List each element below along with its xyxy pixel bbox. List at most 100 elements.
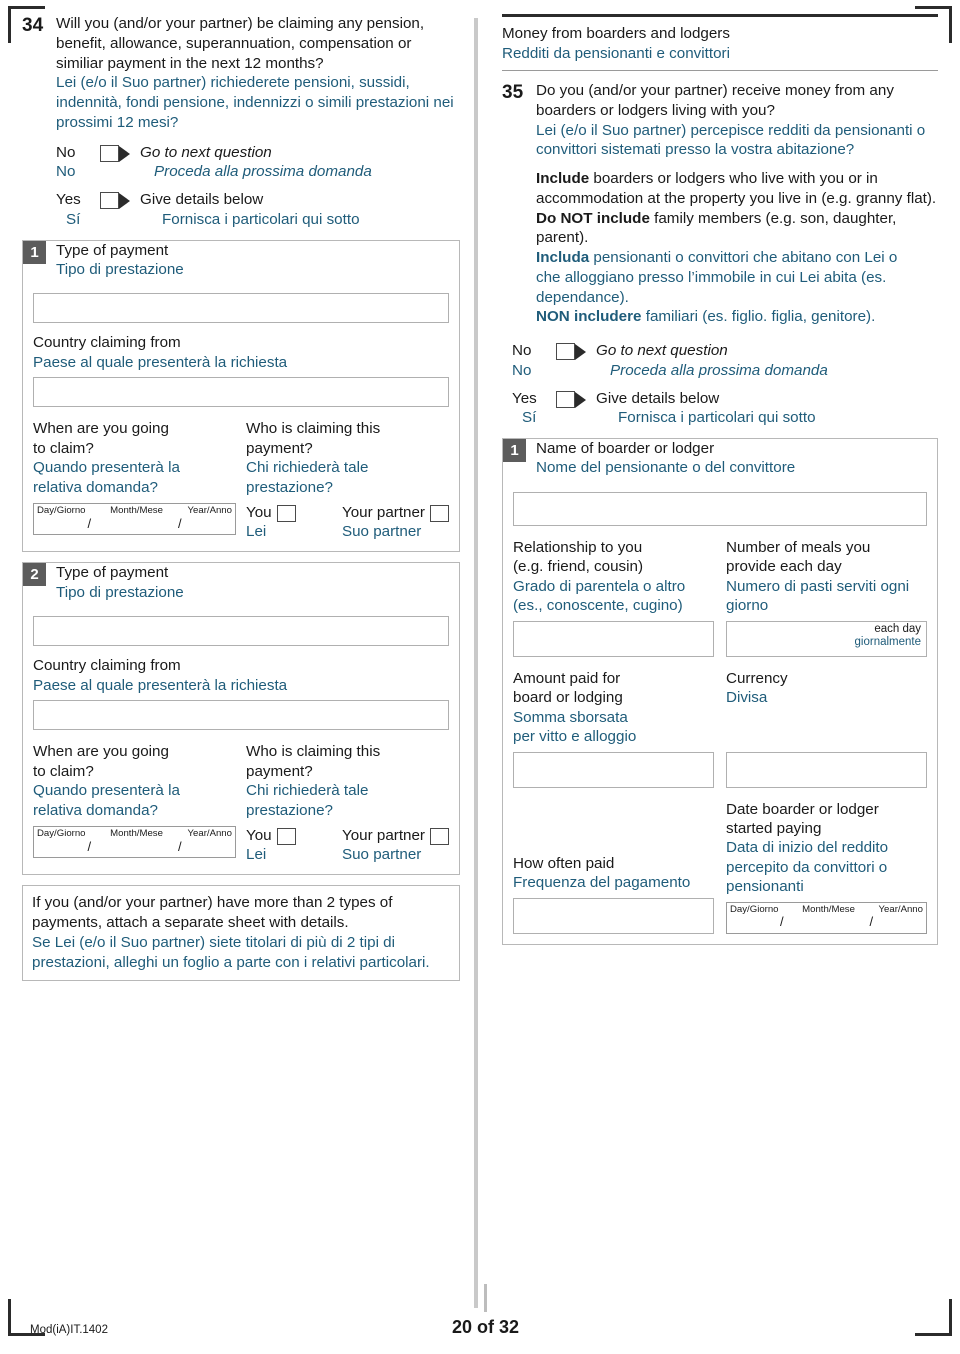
page-footer: Mod(iA)IT.1402 20 of 32 [22, 1284, 938, 1337]
boarder-relationship-label: Relationship to you (e.g. friend, cousin… [513, 538, 714, 616]
answer-no-checkbox-q35[interactable] [556, 343, 575, 360]
entry-1-who-label: Who is claiming this payment? Chi richie… [246, 419, 449, 497]
entry-2-when-en-2: to claim? [33, 762, 94, 780]
boarder-entry-badge: 1 [503, 439, 526, 462]
answer-yes-labels-q34: Yes Sí [56, 190, 100, 230]
answer-no-action-it-q35: Proceda alla prossima domanda [610, 361, 828, 379]
instruction-include-line2: accommodation at the property you live i… [536, 189, 937, 207]
entry-1-country-it: Paese al quale presenterà la richiesta [33, 353, 288, 371]
entry-2-country-input[interactable] [33, 700, 449, 731]
boarder-amount-label: Amount paid for board or lodging Somma s… [513, 669, 714, 747]
left-column: 34 Will you (and/or your partner) be cla… [22, 14, 474, 1308]
entry-1-partner-option[interactable]: Your partner Suo partner [342, 503, 449, 541]
entry-1-header: 1 Type of payment Tipo di prestazione [23, 240, 459, 280]
entry-2-partner-it: Suo partner [341, 846, 422, 864]
entry-1-who-block: Who is claiming this payment? Chi richie… [246, 419, 449, 541]
date-slash-1: / [87, 838, 92, 854]
instruction-includa-keyword: Includa [536, 249, 590, 266]
entry-2-you-option[interactable]: You Lei [246, 826, 296, 864]
entry-2-type-input[interactable] [33, 616, 449, 647]
question-35-en-line2: boarders or lodgers living with you? [536, 101, 775, 119]
howoften-en: How often paid [513, 854, 615, 872]
boarder-entry-header: 1 Name of boarder or lodger Nome del pen… [503, 439, 937, 478]
entry-1-type-en: Type of payment [56, 241, 169, 259]
answer-no-action-it-q34: Proceda alla prossima domanda [154, 163, 372, 181]
entry-1-date-year-label: Year/Anno [187, 505, 232, 517]
howoften-it: Frequenza del pagamento [513, 874, 691, 892]
answer-yes-row-q35[interactable]: Yes Sí Give details below Fornisca i par… [512, 389, 938, 429]
entry-1-who-it-2: prestazione? [246, 478, 333, 496]
started-en-1: Date boarder or lodger [726, 800, 879, 818]
boarder-relationship-cell: Relationship to you (e.g. friend, cousin… [513, 538, 714, 657]
boarder-currency-input[interactable] [726, 751, 927, 788]
meals-it-1: Numero di pasti serviti ogni [726, 577, 910, 595]
answer-no-row-q35[interactable]: No No Go to next question Proceda alla p… [512, 341, 938, 381]
answer-yes-checkbox-wrap-q34 [100, 190, 136, 212]
entry-2-subcolumns: When are you going to claim? Quando pres… [23, 742, 459, 864]
answer-yes-label-en-q35: Yes [512, 389, 537, 407]
date-slash-2: / [869, 914, 874, 930]
entry-1-partner-en: Your partner [341, 504, 425, 522]
boarder-frequency-input[interactable] [513, 897, 714, 934]
question-34: 34 Will you (and/or your partner) be cla… [22, 14, 460, 133]
answer-no-row-q34[interactable]: No No Go to next question Proceda alla p… [56, 143, 460, 183]
date-slash-1: / [87, 515, 92, 531]
boarder-date-day-label: Day/Giorno [730, 903, 779, 915]
entry-2-who-en-2: payment? [246, 762, 313, 780]
entry-2-partner-checkbox[interactable] [430, 828, 449, 846]
entry-2-date-input[interactable]: Day/Giorno Month/Mese Year/Anno / / [33, 826, 236, 859]
entry-2-badge: 2 [23, 563, 46, 587]
boarder-amount-input[interactable] [513, 751, 714, 788]
entry-1-date-headers: Day/Giorno Month/Mese Year/Anno [34, 504, 235, 517]
boarder-startdate-input[interactable]: Day/Giorno Month/Mese Year/Anno / / [726, 901, 927, 934]
entry-2-partner-en: Your partner [341, 827, 425, 845]
boarder-name-input[interactable] [513, 491, 927, 526]
entry-1-partner-checkbox[interactable] [430, 505, 449, 523]
answer-yes-row-q34[interactable]: Yes Sí Give details below Fornisca i par… [56, 190, 460, 230]
meals-unit-it: giornalmente [854, 636, 921, 649]
boarder-startdate-label: Date boarder or lodger started paying Da… [726, 800, 927, 897]
boarder-relationship-input[interactable] [513, 620, 714, 657]
entry-2-date-separators: / / [34, 839, 235, 854]
meals-en-2: provide each day [726, 558, 842, 576]
entry-1-subcolumns: When are you going to claim? Quando pres… [23, 419, 459, 541]
answer-yes-checkbox-q34[interactable] [100, 192, 119, 209]
entry-2-you-checkbox[interactable] [276, 828, 296, 846]
instruction-include: Include boarders or lodgers who live wit… [536, 169, 938, 189]
entry-1-country-input[interactable] [33, 377, 449, 408]
entry-1-country-label: Country claiming from Paese al quale pre… [23, 333, 459, 372]
answer-no-labels-q34: No No [56, 143, 100, 183]
answer-no-label-it-q34: No [56, 163, 76, 181]
entry-2-country-en: Country claiming from [33, 657, 181, 675]
entry-1-who-en-1: Who is claiming this [246, 420, 381, 438]
entry-1-country-en: Country claiming from [33, 334, 181, 352]
entry-2-who-options: You Lei Your partner Suo partner [246, 826, 449, 864]
entry-2-partner-option[interactable]: Your partner Suo partner [342, 826, 449, 864]
entry-1-when-label: When are you going to claim? Quando pres… [33, 419, 236, 497]
answer-yes-checkbox-q35[interactable] [556, 390, 575, 408]
instruction-include-line1: boarders or lodgers who live with you or… [589, 170, 878, 187]
entry-1-you-checkbox[interactable] [276, 505, 296, 523]
instruction-non-rest: familiari (es. figlio. figlia, genitore)… [641, 308, 876, 326]
arrow-right-icon [119, 145, 130, 162]
boarder-name-en: Name of boarder or lodger [536, 440, 715, 457]
entry-2-partner-labels: Your partner Suo partner [342, 826, 425, 864]
answer-yes-checkbox-wrap-q35 [556, 389, 592, 411]
question-35-answers: No No Go to next question Proceda alla p… [502, 341, 938, 428]
answer-no-action-en-q34: Go to next question [140, 143, 272, 161]
question-34-en-line3: similiar payment in the next 12 months? [56, 54, 324, 72]
boarder-meals-input[interactable]: each day giornalmente [726, 620, 927, 657]
entry-1-you-en: You [246, 504, 272, 522]
relationship-it-2: (es., conoscente, cugino) [513, 597, 683, 615]
section-top-rule [502, 14, 938, 17]
entry-2-you-labels: You Lei [246, 826, 272, 864]
answer-no-checkbox-q34[interactable] [100, 144, 119, 162]
entry-1-type-input[interactable] [33, 293, 449, 324]
entry-1-you-option[interactable]: You Lei [246, 503, 296, 541]
entry-1-date-input[interactable]: Day/Giorno Month/Mese Year/Anno / / [33, 503, 236, 536]
instruction-donot-include: Do NOT include family members (e.g. son,… [536, 209, 938, 229]
entry-2-who-it-1: Chi richiederà tale [246, 782, 369, 800]
entry-1-type-label: Type of payment Tipo di prestazione [46, 241, 184, 280]
entry-1-you-labels: You Lei [246, 503, 272, 541]
